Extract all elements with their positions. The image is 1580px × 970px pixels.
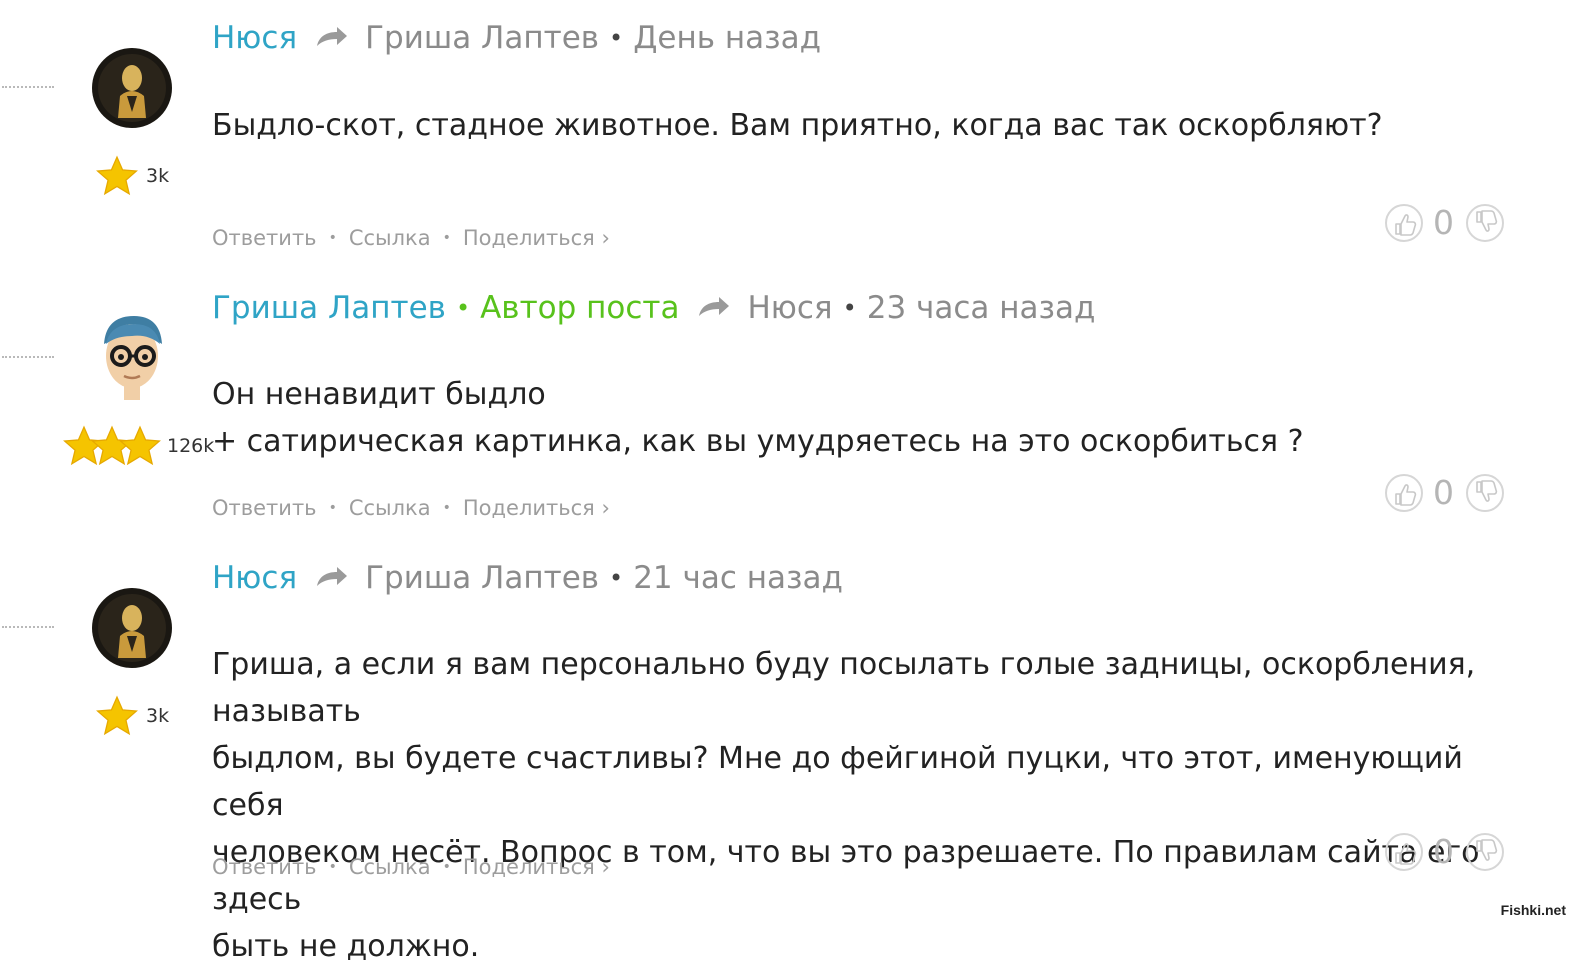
permalink-link[interactable]: Ссылка xyxy=(349,855,431,879)
vote-controls: 0 xyxy=(1385,832,1504,871)
thread-line xyxy=(2,86,54,88)
reply-to-name[interactable]: Гриша Лаптев xyxy=(365,560,599,596)
separator-dot: • xyxy=(609,564,624,592)
reply-arrow-icon xyxy=(697,290,731,326)
comment-line: быдлом, вы будете счастливы? Мне до фейг… xyxy=(212,741,1463,823)
author-name[interactable]: Гриша Лаптев xyxy=(212,290,446,326)
comment-line: Он ненавидит быдло xyxy=(212,377,546,412)
author-name[interactable]: Нюся xyxy=(212,20,297,56)
comment-line: Быдло-скот, стадное животное. Вам приятн… xyxy=(212,108,1383,143)
reply-to-name[interactable]: Гриша Лаптев xyxy=(365,20,599,56)
separator-dot: • xyxy=(442,230,451,246)
permalink-link[interactable]: Ссылка xyxy=(349,496,431,520)
user-rating: 126k xyxy=(63,425,214,467)
share-link[interactable]: Поделиться › xyxy=(463,496,610,520)
reply-link[interactable]: Ответить xyxy=(212,496,317,520)
glasses-man-avatar-icon xyxy=(104,316,162,400)
vote-score: 0 xyxy=(1433,473,1454,512)
comment-text: Быдло-скот, стадное животное. Вам приятн… xyxy=(212,102,1522,149)
comment: 3k Нюся Гриша Лаптев • День назад Быдло-… xyxy=(0,0,1580,270)
permalink-link[interactable]: Ссылка xyxy=(349,226,431,250)
separator-dot: • xyxy=(442,500,451,516)
vote-controls: 0 xyxy=(1385,203,1504,242)
reply-link[interactable]: Ответить xyxy=(212,226,317,250)
separator-dot: • xyxy=(455,294,471,322)
comment: 126k Гриша Лаптев • Автор поста Нюся • 2… xyxy=(0,270,1580,540)
thumbs-down-icon xyxy=(1476,209,1498,232)
thread-line xyxy=(2,356,54,358)
dark-silhouette-avatar-icon xyxy=(92,48,172,128)
comment-time[interactable]: День назад xyxy=(633,20,821,56)
rating-value: 3k xyxy=(146,705,170,727)
comment-time[interactable]: 23 часа назад xyxy=(867,290,1096,326)
author-name[interactable]: Нюся xyxy=(212,560,297,596)
star-icon xyxy=(96,696,138,735)
comment-line: быть не должно. xyxy=(212,929,480,964)
star-icon xyxy=(96,156,138,195)
user-rating: 3k xyxy=(96,155,169,197)
like-button[interactable] xyxy=(1385,473,1423,512)
like-button[interactable] xyxy=(1385,832,1423,871)
star-icon xyxy=(119,426,161,465)
thumbs-down-icon xyxy=(1476,838,1498,861)
comment-actions: Ответить • Ссылка • Поделиться › xyxy=(212,496,610,520)
separator-dot: • xyxy=(328,230,337,246)
comment-actions: Ответить • Ссылка • Поделиться › xyxy=(212,226,610,250)
avatar[interactable] xyxy=(90,46,174,130)
watermark: Fishki.net xyxy=(1500,902,1566,918)
separator-dot: • xyxy=(328,500,337,516)
thumbs-up-icon xyxy=(1395,842,1417,865)
thumbs-down-icon xyxy=(1476,479,1498,502)
share-link[interactable]: Поделиться › xyxy=(463,855,610,879)
comment-line: + сатирическая картинка, как вы умудряет… xyxy=(212,424,1304,459)
comment: 3k Нюся Гриша Лаптев • 21 час назад Гриш… xyxy=(0,540,1580,964)
comment-header: Нюся Гриша Лаптев • 21 час назад xyxy=(212,560,843,596)
dislike-button[interactable] xyxy=(1466,832,1504,871)
thumbs-up-icon xyxy=(1395,483,1417,506)
thumbs-up-icon xyxy=(1395,213,1417,236)
avatar[interactable] xyxy=(90,586,174,670)
avatar[interactable] xyxy=(90,310,174,400)
like-button[interactable] xyxy=(1385,203,1423,242)
separator-dot: • xyxy=(842,294,857,322)
vote-controls: 0 xyxy=(1385,473,1504,512)
dislike-button[interactable] xyxy=(1466,203,1504,242)
comment-line: Гриша, а если я вам персонально буду пос… xyxy=(212,647,1476,729)
comment-text: Он ненавидит быдло + сатирическая картин… xyxy=(212,371,1522,465)
vote-score: 0 xyxy=(1433,203,1454,242)
comment-actions: Ответить • Ссылка • Поделиться › xyxy=(212,855,610,879)
comment-text: Гриша, а если я вам персонально буду пос… xyxy=(212,641,1522,970)
reply-arrow-icon xyxy=(315,560,349,596)
separator-dot: • xyxy=(442,859,451,875)
dislike-button[interactable] xyxy=(1466,473,1504,512)
thread-line xyxy=(2,626,54,628)
reply-arrow-icon xyxy=(315,20,349,56)
vote-score: 0 xyxy=(1433,832,1454,871)
separator-dot: • xyxy=(328,859,337,875)
separator-dot: • xyxy=(609,24,624,52)
dark-silhouette-avatar-icon xyxy=(92,588,172,668)
user-rating: 3k xyxy=(96,695,169,737)
reply-to-name[interactable]: Нюся xyxy=(747,290,832,326)
rating-value: 3k xyxy=(146,165,170,187)
rating-value: 126k xyxy=(167,435,215,457)
reply-link[interactable]: Ответить xyxy=(212,855,317,879)
share-link[interactable]: Поделиться › xyxy=(463,226,610,250)
comment-header: Гриша Лаптев • Автор поста Нюся • 23 час… xyxy=(212,290,1095,326)
comment-time[interactable]: 21 час назад xyxy=(633,560,843,596)
author-badge: Автор поста xyxy=(480,290,680,326)
comment-header: Нюся Гриша Лаптев • День назад xyxy=(212,20,821,56)
